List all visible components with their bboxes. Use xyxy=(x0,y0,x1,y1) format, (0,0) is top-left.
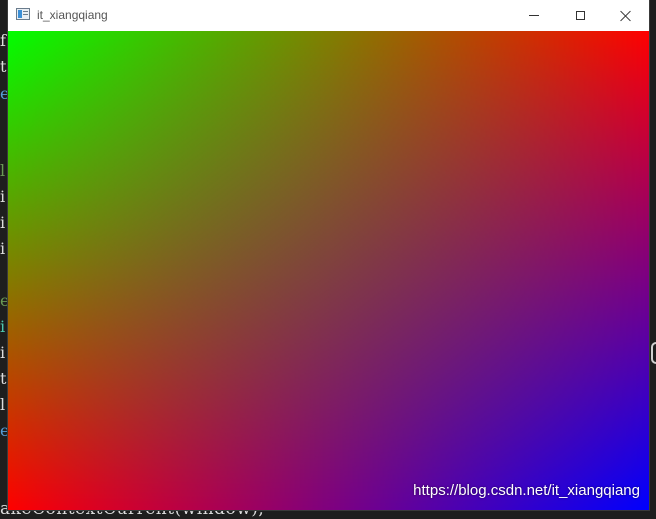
render-canvas[interactable]: https://blog.csdn.net/it_xiangqiang xyxy=(8,31,649,510)
minimize-icon xyxy=(529,15,539,16)
window-title: it_xiangqiang xyxy=(37,8,108,22)
top-gradient-layer xyxy=(8,31,649,510)
watermark-url: https://blog.csdn.net/it_xiangqiang xyxy=(413,482,640,499)
app-window[interactable]: it_xiangqiang https://blog.csdn.net/it_x… xyxy=(8,0,649,510)
maximize-button[interactable] xyxy=(557,0,603,31)
editor-edge-bracket xyxy=(651,342,656,364)
close-button[interactable] xyxy=(603,0,649,31)
app-window-icon[interactable] xyxy=(16,8,30,20)
title-bar[interactable]: it_xiangqiang xyxy=(8,0,649,31)
maximize-icon xyxy=(575,11,585,20)
close-icon xyxy=(620,10,632,22)
gradient-quad xyxy=(8,31,649,510)
minimize-button[interactable] xyxy=(511,0,557,31)
